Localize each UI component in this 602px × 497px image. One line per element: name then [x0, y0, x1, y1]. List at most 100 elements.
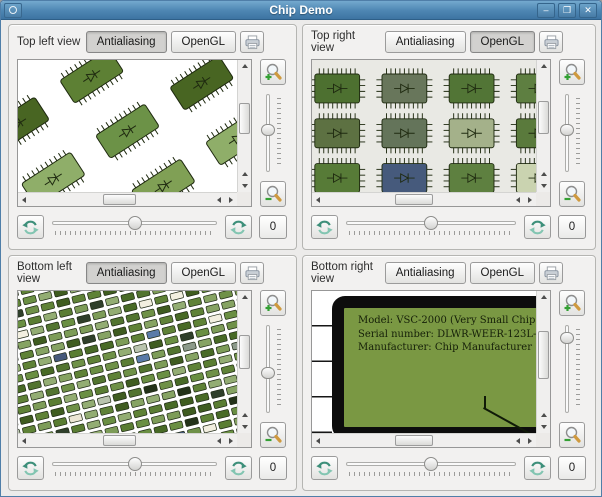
horizontal-scrollbar-handle[interactable] [395, 435, 434, 446]
scroll-up-arrow[interactable] [238, 168, 251, 180]
zoom-slider-handle[interactable] [560, 331, 574, 344]
scroll-up-arrow[interactable] [537, 60, 550, 72]
rotate-slider-handle[interactable] [127, 216, 142, 230]
rotate-right-button[interactable] [524, 456, 551, 480]
scroll-right-arrow[interactable] [225, 193, 237, 206]
scroll-down-arrow[interactable] [537, 421, 550, 433]
print-button[interactable] [539, 31, 563, 53]
horizontal-scrollbar-handle[interactable] [103, 194, 137, 205]
zoom-slider[interactable] [559, 92, 585, 174]
antialiasing-button[interactable]: Antialiasing [85, 262, 167, 284]
rotate-left-button[interactable] [311, 215, 338, 239]
print-button[interactable] [539, 262, 563, 284]
horizontal-scrollbar-handle[interactable] [395, 194, 434, 205]
opengl-button[interactable]: OpenGL [469, 31, 535, 53]
zoom-out-button[interactable] [559, 422, 585, 448]
maximize-button[interactable]: ❐ [558, 2, 576, 18]
rotation-spinbox[interactable]: 0 [558, 215, 586, 239]
rotate-left-button[interactable] [311, 456, 338, 480]
vertical-scrollbar[interactable] [237, 291, 251, 433]
vertical-scrollbar[interactable] [536, 60, 550, 192]
scroll-right-arrow[interactable] [524, 193, 536, 206]
opengl-button[interactable]: OpenGL [469, 262, 535, 284]
horizontal-scrollbar[interactable] [18, 433, 237, 447]
vertical-scrollbar-handle[interactable] [538, 330, 549, 380]
vertical-scrollbar-handle[interactable] [239, 334, 250, 369]
rotate-slider[interactable] [50, 214, 219, 240]
zoom-slider-handle[interactable] [261, 123, 275, 136]
scroll-left-arrow[interactable] [18, 434, 30, 447]
scroll-up-arrow[interactable] [537, 409, 550, 421]
rotate-slider[interactable] [344, 214, 518, 240]
rotation-spinbox[interactable]: 0 [259, 456, 287, 480]
titlebar[interactable]: Chip Demo – ❐ ✕ [1, 1, 601, 20]
rotate-left-button[interactable] [17, 215, 44, 239]
graphics-view[interactable] [17, 59, 252, 207]
print-button[interactable] [240, 262, 264, 284]
graphics-view[interactable] [17, 290, 252, 448]
zoom-in-button[interactable] [559, 290, 585, 316]
scroll-down-arrow[interactable] [238, 180, 251, 192]
zoom-out-button[interactable] [260, 181, 286, 207]
graphics-view[interactable]: Model: VSC-2000 (Very Small Chip) at 9 S… [311, 290, 551, 448]
view-header: Top right view Antialiasing OpenGL [311, 28, 589, 56]
minimize-button[interactable]: – [537, 2, 555, 18]
horizontal-scrollbar[interactable] [18, 192, 237, 206]
rotate-slider-handle[interactable] [424, 216, 438, 230]
scroll-up-arrow[interactable] [238, 409, 251, 421]
scroll-left-arrow[interactable] [312, 193, 324, 206]
print-button[interactable] [240, 31, 264, 53]
rotate-right-button[interactable] [225, 456, 252, 480]
zoom-out-button[interactable] [559, 181, 585, 207]
printer-icon [244, 265, 260, 280]
horizontal-scrollbar[interactable] [312, 433, 536, 447]
opengl-button[interactable]: OpenGL [170, 262, 236, 284]
scroll-left-arrow[interactable] [213, 434, 225, 447]
antialiasing-button[interactable]: Antialiasing [384, 262, 466, 284]
scroll-left-arrow[interactable] [312, 434, 324, 447]
scroll-left-arrow[interactable] [213, 193, 225, 206]
rotate-left-button[interactable] [17, 456, 44, 480]
zoom-in-button[interactable] [260, 290, 286, 316]
rotate-right-button[interactable] [225, 215, 252, 239]
rotate-slider-handle[interactable] [127, 457, 142, 471]
window-menu-button[interactable] [4, 2, 22, 18]
horizontal-scrollbar-handle[interactable] [103, 435, 137, 446]
close-button[interactable]: ✕ [579, 2, 597, 18]
opengl-button[interactable]: OpenGL [170, 31, 236, 53]
scroll-down-arrow[interactable] [537, 180, 550, 192]
vertical-scrollbar[interactable] [237, 60, 251, 192]
vertical-scrollbar-handle[interactable] [239, 102, 250, 135]
antialiasing-button[interactable]: Antialiasing [384, 31, 466, 53]
vertical-scrollbar[interactable] [536, 291, 550, 433]
zoom-out-button[interactable] [260, 422, 286, 448]
zoom-in-button[interactable] [559, 59, 585, 85]
zoom-slider[interactable] [260, 323, 286, 415]
antialiasing-button[interactable]: Antialiasing [85, 31, 167, 53]
scroll-right-arrow[interactable] [524, 434, 536, 447]
zoom-in-icon [562, 62, 581, 82]
rotation-spinbox[interactable]: 0 [558, 456, 586, 480]
scroll-left-arrow[interactable] [512, 193, 524, 206]
rotation-spinbox[interactable]: 0 [259, 215, 287, 239]
zoom-in-button[interactable] [260, 59, 286, 85]
scroll-up-arrow[interactable] [537, 168, 550, 180]
scroll-up-arrow[interactable] [238, 291, 251, 303]
zoom-slider-handle[interactable] [261, 366, 275, 379]
graphics-view[interactable] [311, 59, 551, 207]
scroll-left-arrow[interactable] [18, 193, 30, 206]
rotate-slider[interactable] [50, 455, 219, 481]
scroll-up-arrow[interactable] [238, 60, 251, 72]
vertical-scrollbar-handle[interactable] [538, 100, 549, 135]
horizontal-scrollbar[interactable] [312, 192, 536, 206]
zoom-slider[interactable] [260, 92, 286, 174]
scroll-left-arrow[interactable] [512, 434, 524, 447]
scroll-right-arrow[interactable] [225, 434, 237, 447]
zoom-slider-handle[interactable] [560, 123, 574, 136]
scroll-up-arrow[interactable] [537, 291, 550, 303]
rotate-right-button[interactable] [524, 215, 551, 239]
scroll-down-arrow[interactable] [238, 421, 251, 433]
rotate-slider-handle[interactable] [424, 457, 438, 471]
rotate-slider[interactable] [344, 455, 518, 481]
zoom-slider[interactable] [559, 323, 585, 415]
